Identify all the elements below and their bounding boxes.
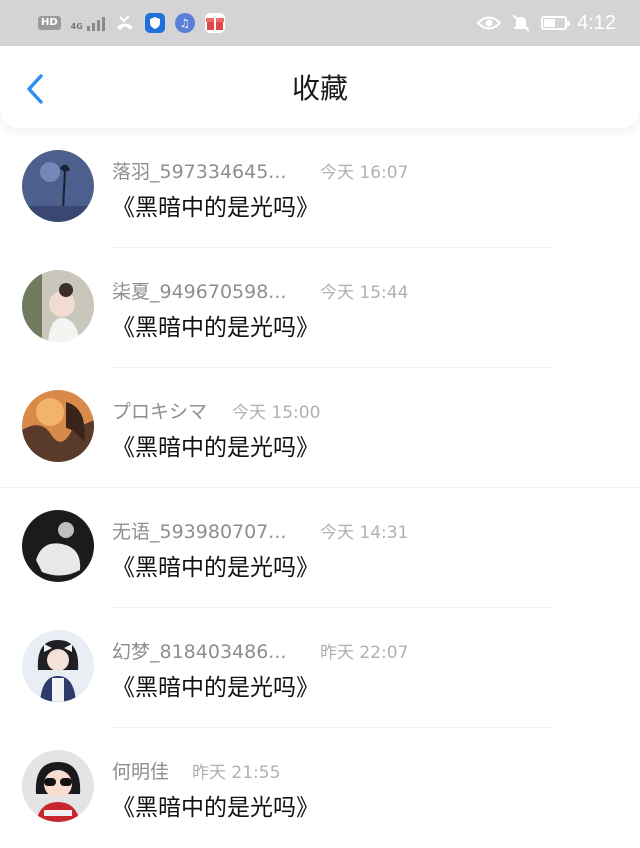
username: 无语_593980707...	[112, 521, 287, 543]
signal-icon: 4G	[71, 15, 105, 31]
timestamp: 今天 15:44	[320, 283, 409, 303]
list-item[interactable]: 柒夏_949670598... 今天 15:44 《黑暗中的是光吗》	[0, 248, 640, 368]
list-item[interactable]: 何明佳 昨天 21:55 《黑暗中的是光吗》	[0, 728, 640, 848]
hd-icon: HD	[38, 16, 61, 30]
avatar[interactable]	[22, 510, 94, 582]
avatar[interactable]	[22, 750, 94, 822]
collected-content[interactable]: 《黑暗中的是光吗》	[112, 428, 319, 462]
collected-content[interactable]: 《黑暗中的是光吗》	[112, 668, 319, 702]
status-bar-right: 4:12	[477, 12, 616, 35]
timestamp: 昨天 21:55	[192, 763, 281, 783]
status-bar-left: HD 4G ♫	[38, 13, 225, 33]
timestamp: 今天 15:00	[232, 403, 321, 423]
collected-content[interactable]: 《黑暗中的是光吗》	[112, 788, 319, 822]
timestamp: 昨天 22:07	[320, 643, 409, 663]
mute-bell-icon	[512, 14, 530, 32]
username: 落羽_597334645...	[112, 161, 287, 183]
collected-content[interactable]: 《黑暗中的是光吗》	[112, 188, 319, 222]
battery-icon	[541, 16, 571, 30]
list-item[interactable]: 幻梦_818403486... 昨天 22:07 《黑暗中的是光吗》	[0, 608, 640, 728]
eye-icon	[477, 16, 502, 30]
chevron-left-icon[interactable]	[24, 74, 46, 104]
list-item[interactable]: 无语_593980707... 今天 14:31 《黑暗中的是光吗》	[0, 488, 640, 608]
shield-app-icon	[144, 13, 165, 33]
list-item[interactable]: 落羽_597334645... 今天 16:07 《黑暗中的是光吗》	[0, 128, 640, 248]
username: 幻梦_818403486...	[112, 641, 287, 663]
avatar[interactable]	[22, 390, 94, 462]
username: プロキシマ	[112, 401, 208, 423]
gift-app-icon	[204, 13, 225, 33]
list-item[interactable]: プロキシマ 今天 15:00 《黑暗中的是光吗》	[0, 368, 640, 488]
collected-content[interactable]: 《黑暗中的是光吗》	[112, 548, 319, 582]
avatar[interactable]	[22, 270, 94, 342]
timestamp: 今天 14:31	[320, 523, 409, 543]
status-time: 4:12	[577, 11, 616, 34]
username: 何明佳	[112, 761, 170, 783]
timestamp: 今天 16:07	[320, 163, 409, 183]
title-bar: 收藏	[0, 46, 640, 128]
avatar[interactable]	[22, 150, 94, 222]
collected-content[interactable]: 《黑暗中的是光吗》	[112, 308, 319, 342]
status-bar: HD 4G ♫ 4:12	[0, 0, 640, 46]
page-title: 收藏	[291, 72, 348, 105]
username: 柒夏_949670598...	[112, 281, 287, 303]
avatar[interactable]	[22, 630, 94, 702]
music-app-icon: ♫	[174, 13, 195, 33]
missed-call-icon	[116, 15, 133, 30]
favorites-list: 落羽_597334645... 今天 16:07 《黑暗中的是光吗》 柒夏_94…	[0, 128, 640, 848]
